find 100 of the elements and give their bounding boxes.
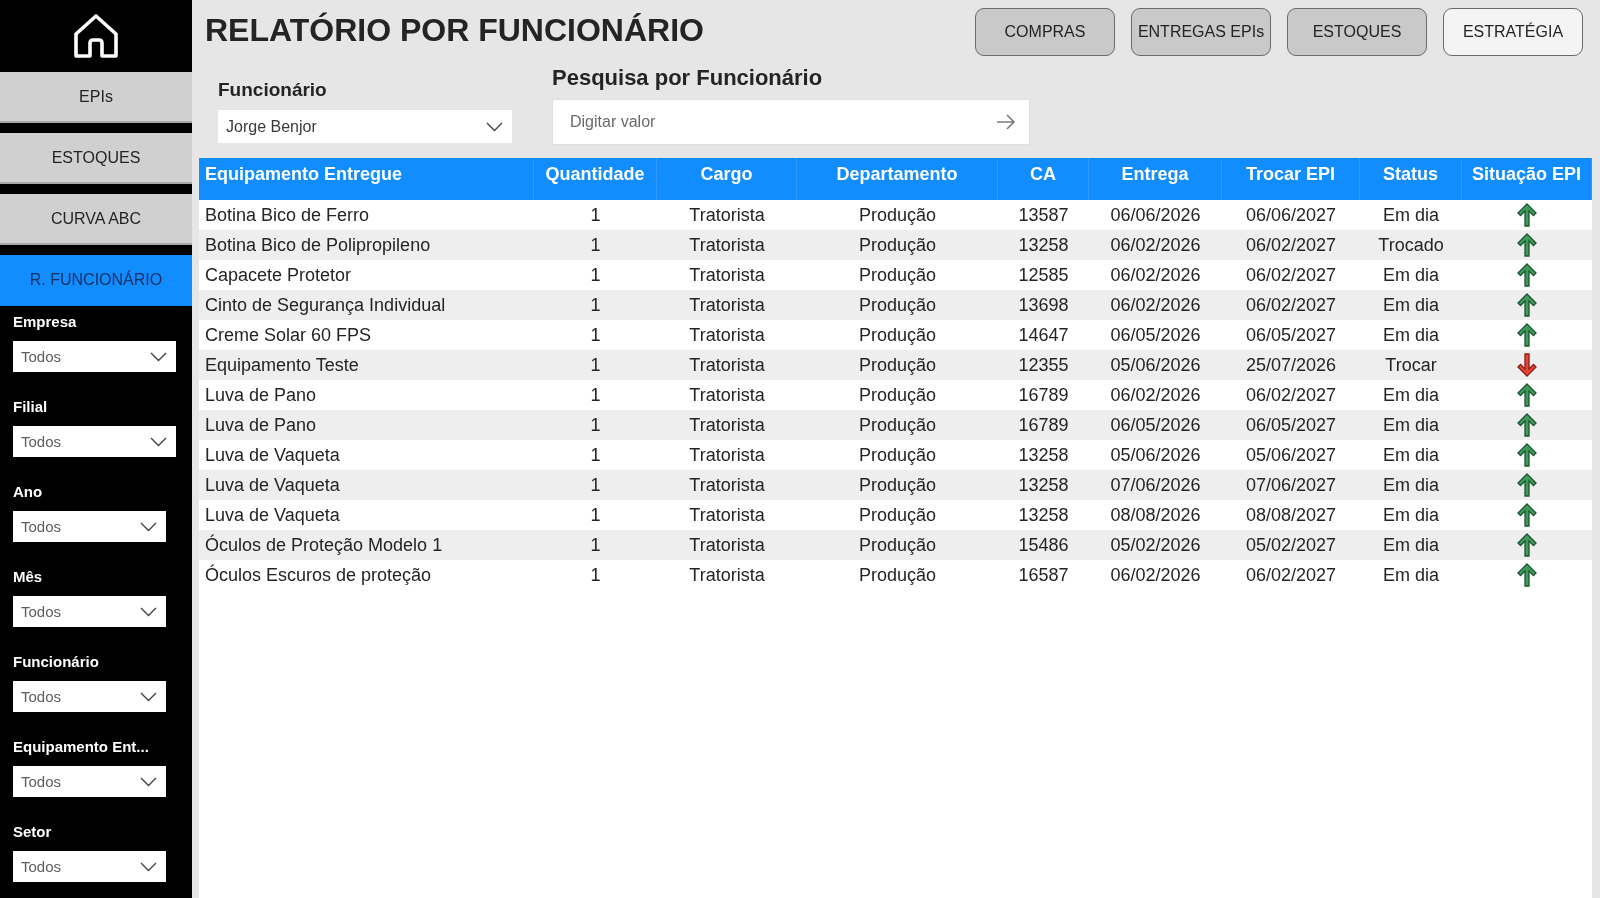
table-cell-text: Creme Solar 60 FPS bbox=[204, 324, 372, 346]
nav-button[interactable]: ESTOQUES bbox=[0, 133, 192, 184]
table-cell: Produção bbox=[858, 264, 937, 286]
table-cell: Trocado bbox=[1378, 234, 1444, 256]
table-cell: Tratorista bbox=[689, 474, 765, 496]
table-cell: 1 bbox=[590, 444, 601, 466]
filter-dropdown[interactable]: Todos bbox=[13, 766, 166, 797]
table-cell: Produção bbox=[858, 504, 937, 526]
filter-label: Equipamento Ent... bbox=[13, 738, 149, 756]
table-cell: Em dia bbox=[1383, 384, 1439, 406]
table-cell: Em dia bbox=[1383, 474, 1439, 496]
table-cell-text: Luva de Vaqueta bbox=[204, 444, 340, 466]
table-cell: 06/05/2026 bbox=[1110, 324, 1201, 346]
nav-button[interactable]: R. FUNCIONÁRIO bbox=[0, 255, 192, 306]
table-cell: 06/02/2026 bbox=[1110, 384, 1201, 406]
table-cell: 1 bbox=[590, 564, 601, 586]
table-cell: 06/02/2026 bbox=[1110, 294, 1201, 316]
table-cell: Em dia bbox=[1383, 504, 1439, 526]
table-cell: 1 bbox=[590, 294, 601, 316]
table-cell-text: Luva de Pano bbox=[204, 384, 317, 406]
table-cell: 13258 bbox=[1018, 444, 1069, 466]
filter-dropdown[interactable]: Todos bbox=[13, 851, 166, 882]
table-cell: 1 bbox=[590, 204, 601, 226]
search-label: Pesquisa por Funcionário bbox=[552, 64, 823, 92]
table-cell: Produção bbox=[858, 204, 937, 226]
table-cell: 1 bbox=[590, 414, 601, 436]
nav-button[interactable]: EPIs bbox=[0, 72, 192, 123]
table-cell: 06/02/2027 bbox=[1245, 294, 1337, 316]
table-cell: 15486 bbox=[1018, 534, 1069, 556]
table-cell: 06/05/2027 bbox=[1245, 324, 1337, 346]
table-cell: 08/08/2027 bbox=[1245, 504, 1337, 526]
filter-dropdown[interactable]: Todos bbox=[13, 681, 166, 712]
table-cell: Em dia bbox=[1383, 294, 1439, 316]
table-cell: 06/06/2026 bbox=[1110, 204, 1201, 226]
table-cell: 13258 bbox=[1018, 474, 1069, 496]
table-cell: 1 bbox=[590, 234, 601, 256]
table-cell: Tratorista bbox=[689, 234, 765, 256]
page-button[interactable]: COMPRAS bbox=[975, 8, 1115, 56]
nav-button[interactable]: CURVA ABC bbox=[0, 194, 192, 245]
filter-label: Funcionário bbox=[13, 653, 99, 671]
table-cell: 1 bbox=[590, 354, 601, 376]
table-cell: 13698 bbox=[1018, 294, 1069, 316]
table-cell: 13587 bbox=[1018, 204, 1069, 226]
page-button[interactable]: ESTOQUES bbox=[1287, 8, 1427, 56]
chevron-down-icon bbox=[140, 606, 157, 617]
filter-dropdown[interactable]: Todos bbox=[13, 596, 166, 627]
filter-dropdown[interactable]: Todos bbox=[13, 341, 176, 372]
table-cell: Produção bbox=[858, 354, 937, 376]
page-button[interactable]: ENTREGAS EPIs bbox=[1131, 8, 1271, 56]
filter-label: Empresa bbox=[13, 313, 77, 331]
arrow-right-icon[interactable] bbox=[996, 114, 1016, 130]
table-cell: Produção bbox=[858, 234, 937, 256]
table-cell: 06/06/2027 bbox=[1245, 204, 1337, 226]
page-button[interactable]: ESTRATÉGIA bbox=[1443, 8, 1583, 56]
table-cell: 05/06/2026 bbox=[1110, 444, 1201, 466]
table-cell: 1 bbox=[590, 264, 601, 286]
table-cell: Tratorista bbox=[689, 504, 765, 526]
table-cell: 06/02/2026 bbox=[1110, 264, 1201, 286]
home-button[interactable] bbox=[72, 12, 120, 60]
table-cell-text: Equipamento Teste bbox=[204, 354, 359, 376]
table-cell: 05/02/2026 bbox=[1110, 534, 1201, 556]
filter-dropdown[interactable]: Todos bbox=[13, 426, 176, 457]
chevron-down-icon bbox=[140, 776, 157, 787]
table-cell: 06/02/2027 bbox=[1245, 564, 1337, 586]
table-cell-text: Cinto de Segurança Individual bbox=[204, 294, 446, 316]
table-cell: Em dia bbox=[1383, 264, 1439, 286]
table-cell: Produção bbox=[858, 444, 937, 466]
table-cell: 16789 bbox=[1018, 384, 1069, 406]
table-cell: Tratorista bbox=[689, 534, 765, 556]
table-cell: 06/02/2026 bbox=[1110, 234, 1201, 256]
table-cell-text: Botina Bico de Ferro bbox=[204, 204, 370, 226]
table-cell-text: Luva de Vaqueta bbox=[204, 504, 340, 526]
table-cell: 12355 bbox=[1018, 354, 1069, 376]
table-cell-text: Óculos Escuros de proteção bbox=[204, 564, 432, 586]
home-icon bbox=[73, 13, 119, 59]
table-cell: 05/06/2027 bbox=[1245, 444, 1337, 466]
table-cell: Produção bbox=[858, 564, 937, 586]
filter-label: Setor bbox=[13, 823, 52, 841]
table-cell: Produção bbox=[858, 384, 937, 406]
table-cell: Tratorista bbox=[689, 294, 765, 316]
table-cell: Trocar bbox=[1385, 354, 1437, 376]
table-cell: 13258 bbox=[1018, 504, 1069, 526]
filter-label: Funcionário bbox=[218, 78, 327, 102]
search-field[interactable]: Digitar valor bbox=[552, 99, 1030, 145]
table-cell: Em dia bbox=[1383, 534, 1439, 556]
table-cell: Tratorista bbox=[689, 564, 765, 586]
table-cell: Tratorista bbox=[689, 414, 765, 436]
chevron-down-icon bbox=[150, 351, 167, 362]
table-cell-text: Luva de Pano bbox=[204, 414, 317, 436]
table-cell: 06/05/2026 bbox=[1110, 414, 1201, 436]
table-cell: 05/02/2027 bbox=[1245, 534, 1337, 556]
table-cell: Em dia bbox=[1383, 414, 1439, 436]
filter-dropdown[interactable]: Todos bbox=[13, 511, 166, 542]
chevron-down-icon bbox=[140, 861, 157, 872]
table-cell: 16587 bbox=[1018, 564, 1069, 586]
chevron-down-icon bbox=[140, 691, 157, 702]
employee-dropdown[interactable]: Jorge Benjor bbox=[218, 110, 512, 143]
page-title: RELATÓRIO POR FUNCIONÁRIO bbox=[205, 11, 704, 50]
chevron-down-icon bbox=[140, 521, 157, 532]
table-cell: Em dia bbox=[1383, 324, 1439, 346]
